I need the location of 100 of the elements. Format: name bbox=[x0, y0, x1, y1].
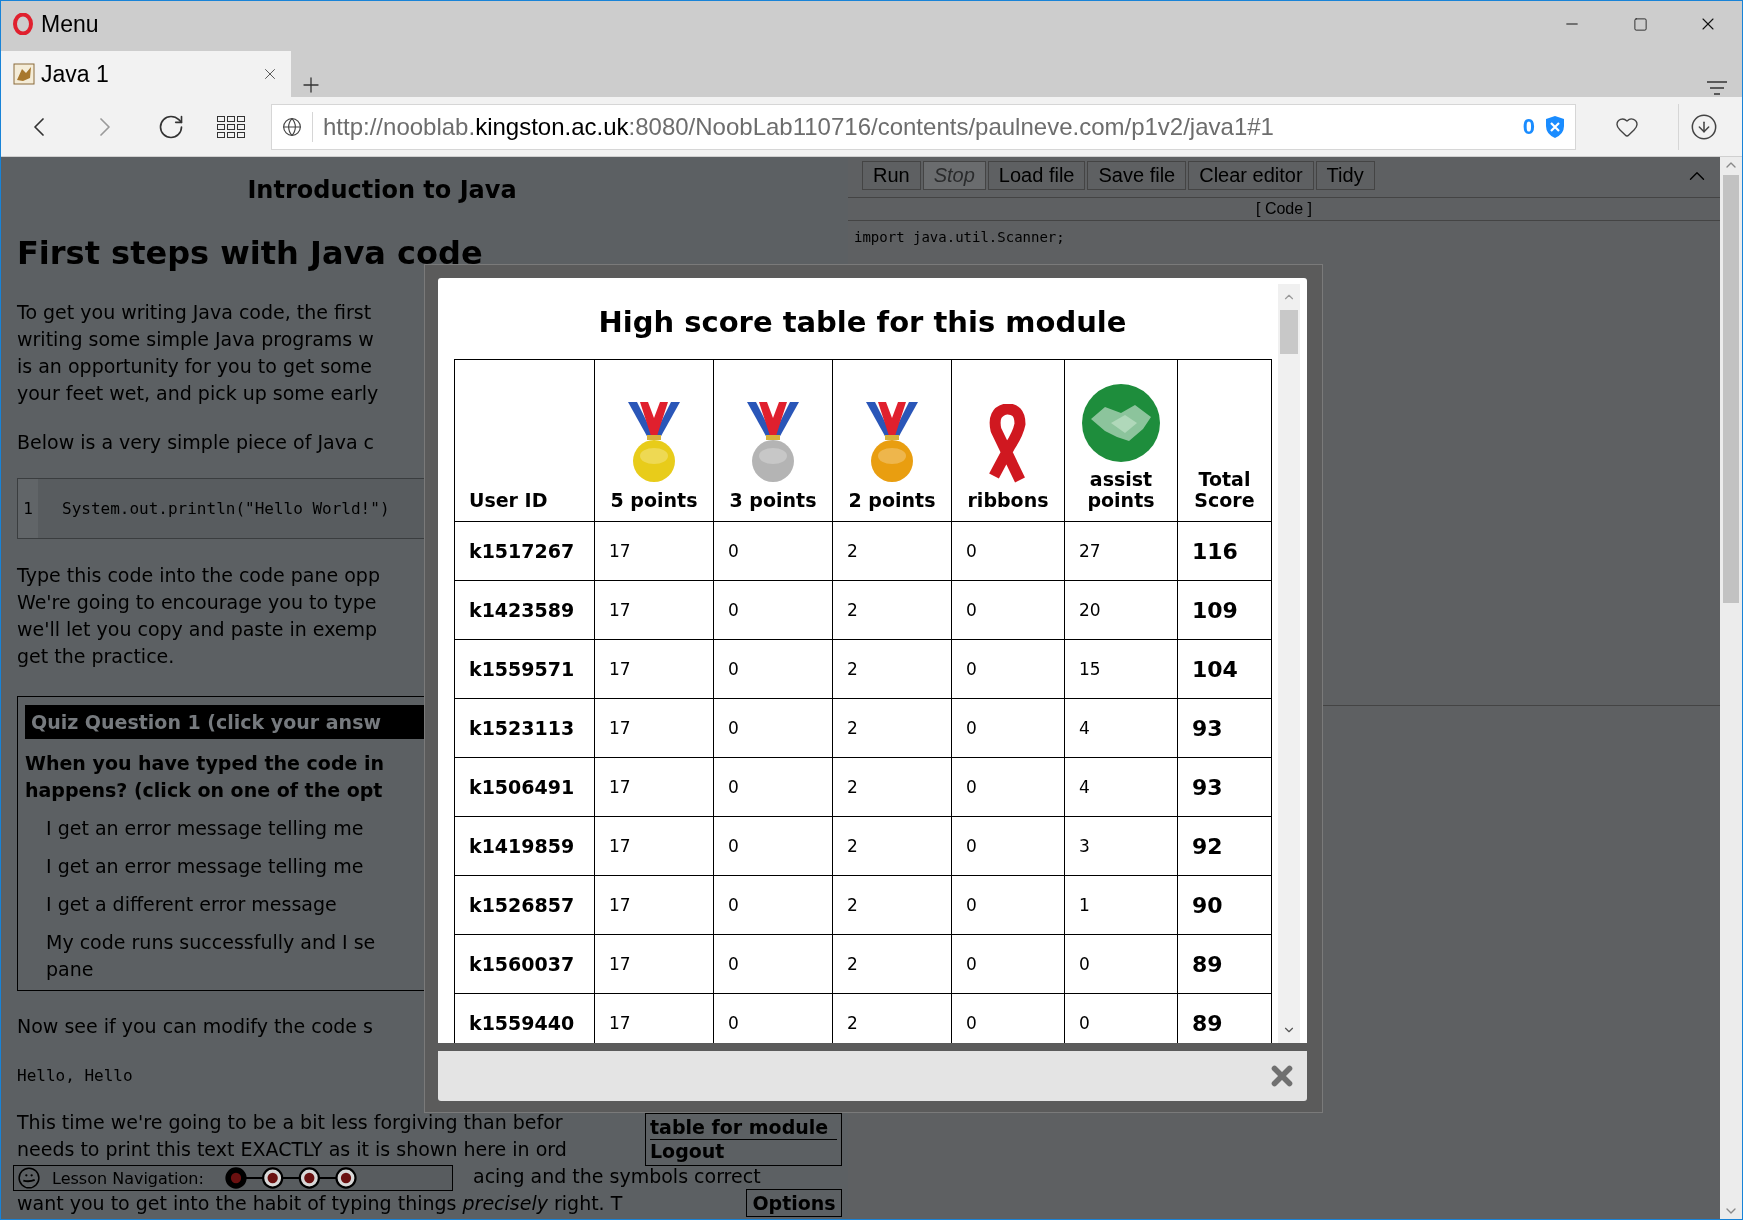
paragraph-line: writing some simple Java programs w bbox=[17, 327, 374, 352]
table-cell: 17 bbox=[594, 521, 714, 581]
table-cell: 0 bbox=[713, 757, 833, 817]
paragraph-line: This time we're going to be a bit less forgiving than befor bbox=[17, 1110, 563, 1135]
toolbar-button[interactable]: Save file bbox=[1087, 161, 1187, 190]
dialog-title: High score table for this module bbox=[597, 304, 1128, 341]
lesson-navigation-label: Lesson Navigation: bbox=[52, 1168, 204, 1188]
toolbar-button[interactable]: Clear editor bbox=[1188, 161, 1314, 190]
paragraph-line: needs to print this text EXACTLY as it is shown here in ord bbox=[17, 1137, 567, 1162]
table-cell: 2 bbox=[832, 757, 952, 817]
medal-icon bbox=[863, 402, 921, 484]
scroll-thumb[interactable] bbox=[1280, 310, 1298, 354]
column-header: 2 points bbox=[832, 359, 952, 522]
table-cell: 2 bbox=[832, 580, 952, 640]
speed-dial-icon[interactable] bbox=[217, 115, 245, 138]
paragraph-line: is an opportunity for you to get some bbox=[17, 354, 372, 379]
table-cell: 0 bbox=[713, 698, 833, 758]
address-field[interactable]: http://nooblab.kingston.ac.uk:8080/NoobLab110716/contents/paulneve.com/p1v2/java1#1 0 bbox=[271, 103, 1576, 150]
table-cell: 1 bbox=[1064, 875, 1178, 935]
table-cell: 92 bbox=[1177, 816, 1272, 876]
paragraph-line: your feet wet, and pick up some early bbox=[17, 381, 379, 406]
table-cell: k1560037 bbox=[454, 934, 595, 994]
menu-label[interactable]: Menu bbox=[41, 10, 99, 38]
quiz-option[interactable]: I get an error message telling me bbox=[25, 815, 364, 842]
column-header: 5 points bbox=[594, 359, 714, 522]
menu-link[interactable]: Logout bbox=[650, 1139, 837, 1163]
tab[interactable]: Java 1 bbox=[1, 51, 291, 97]
paragraph-line: Below is a very simple piece of Java c bbox=[17, 430, 375, 455]
table-cell: 104 bbox=[1177, 639, 1272, 699]
shield-icon[interactable] bbox=[1545, 114, 1565, 139]
quiz-option[interactable]: My code runs successfully and I se pane bbox=[25, 929, 376, 983]
toolbar-button[interactable]: Load file bbox=[987, 161, 1086, 190]
maximize-icon[interactable] bbox=[1632, 16, 1648, 32]
scrollbar[interactable] bbox=[1720, 157, 1742, 1219]
table-cell: k1506491 bbox=[454, 757, 595, 817]
scrollbar[interactable] bbox=[1278, 284, 1300, 1043]
pane-title: [ Code ] bbox=[1256, 199, 1312, 219]
table-cell: 0 bbox=[713, 816, 833, 876]
table-cell: 17 bbox=[594, 816, 714, 876]
table-cell: 2 bbox=[832, 816, 952, 876]
table-cell: 17 bbox=[594, 875, 714, 935]
table-cell: 2 bbox=[832, 639, 952, 699]
blocked-count: 0 bbox=[1522, 113, 1535, 140]
table-cell: 2 bbox=[832, 875, 952, 935]
quiz-option[interactable]: I get a different error message bbox=[25, 891, 337, 918]
table-cell: 20 bbox=[1064, 580, 1178, 640]
code-line: System.out.println("Hello World!") bbox=[62, 499, 390, 518]
table-cell: 90 bbox=[1177, 875, 1272, 935]
handshake-icon bbox=[1081, 383, 1161, 463]
table-cell: 0 bbox=[951, 521, 1065, 581]
table-cell: 15 bbox=[1064, 639, 1178, 699]
column-header: 3 points bbox=[713, 359, 833, 522]
table-cell: 0 bbox=[951, 816, 1065, 876]
menu-link[interactable]: table for module bbox=[650, 1116, 837, 1139]
table-cell: 109 bbox=[1177, 580, 1272, 640]
table-cell: 116 bbox=[1177, 521, 1272, 581]
table-cell: 0 bbox=[951, 580, 1065, 640]
column-header: ribbons bbox=[951, 359, 1065, 522]
toolbar-button[interactable]: Tidy bbox=[1315, 161, 1375, 190]
options-button[interactable]: Options bbox=[746, 1189, 842, 1217]
table-cell: 3 bbox=[1064, 816, 1178, 876]
table-cell: 0 bbox=[713, 875, 833, 935]
toolbar-button[interactable]: Run bbox=[862, 161, 921, 190]
paragraph-line: Type this code into the code pane opp bbox=[17, 563, 380, 588]
table-cell: 2 bbox=[832, 698, 952, 758]
quiz-option[interactable]: I get an error message telling me bbox=[25, 853, 364, 880]
table-cell: k1419859 bbox=[454, 816, 595, 876]
paragraph-line: want you to get into the habit of typing things precisely right. T bbox=[17, 1191, 623, 1216]
table-cell: 4 bbox=[1064, 698, 1178, 758]
code-line: import java.util.Scanner; bbox=[854, 229, 1065, 245]
table-cell: k1526857 bbox=[454, 875, 595, 935]
opera-logo-icon[interactable] bbox=[13, 13, 33, 35]
page-header: Introduction to Java bbox=[246, 175, 518, 205]
table-cell: 0 bbox=[713, 934, 833, 994]
table-cell: 17 bbox=[594, 639, 714, 699]
medal-icon bbox=[625, 402, 683, 484]
table-cell: 0 bbox=[713, 639, 833, 699]
table-cell: 0 bbox=[951, 757, 1065, 817]
table-cell: 0 bbox=[951, 875, 1065, 935]
globe-icon bbox=[282, 116, 302, 137]
table-cell: 17 bbox=[594, 934, 714, 994]
table-cell: 27 bbox=[1064, 521, 1178, 581]
paragraph-line: Now see if you can modify the code s bbox=[17, 1014, 373, 1039]
line-number: 1 bbox=[18, 479, 38, 538]
column-header: User ID bbox=[454, 359, 595, 522]
page-icon bbox=[13, 63, 35, 85]
table-cell: k1423589 bbox=[454, 580, 595, 640]
download-icon[interactable] bbox=[1689, 112, 1718, 141]
table-cell: k1559571 bbox=[454, 639, 595, 699]
table-cell: 0 bbox=[1064, 934, 1178, 994]
column-header: Total Score bbox=[1177, 359, 1272, 522]
table-cell: 0 bbox=[713, 521, 833, 581]
quiz-question: happens? (click on one of the opt bbox=[25, 778, 383, 803]
tab-menu-icon[interactable] bbox=[1706, 79, 1728, 97]
scroll-thumb[interactable] bbox=[1723, 175, 1739, 603]
quiz-question: When you have typed the code in bbox=[25, 751, 385, 776]
table-cell: 0 bbox=[951, 698, 1065, 758]
table-cell: 17 bbox=[594, 757, 714, 817]
table-cell: 93 bbox=[1177, 757, 1272, 817]
table-cell: 0 bbox=[951, 639, 1065, 699]
